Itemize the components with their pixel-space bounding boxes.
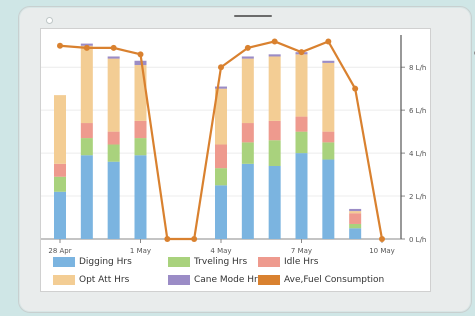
bar-segment: [134, 120, 147, 139]
legend-item: Trveling Hrs: [168, 257, 247, 267]
bar-segment: [322, 159, 335, 239]
x-tick-label: 1 May: [130, 247, 151, 255]
fuel-point: [298, 49, 305, 56]
bar-segment: [215, 168, 227, 186]
legend-label: Idle Hrs: [284, 257, 319, 267]
x-tick-label: 7 May: [291, 247, 312, 255]
bar-segment: [322, 60, 335, 63]
chart-screen: 0 L/h 2 L/h 4 L/h 6 L/h 8 L/h 28 Apr 1 May 4 Ma…: [40, 28, 431, 292]
fuel-point: [325, 38, 332, 45]
legend-swatch: [258, 257, 280, 267]
legend-item: Idle Hrs: [258, 257, 318, 267]
chart-legend: Digging Hrs Trveling Hrs Idle Hrs Opt Att H…: [53, 257, 433, 297]
y-tick-label: 4 L/h: [409, 150, 426, 158]
legend-label: Ave,Fuel Consumption: [284, 275, 385, 285]
fuel-point: [271, 38, 278, 45]
bar-segment: [241, 163, 254, 239]
bar-segment: [349, 228, 362, 239]
bar-segment: [295, 116, 308, 132]
bar-segment: [80, 138, 93, 156]
legend-swatch: [53, 257, 75, 267]
bar-segment: [322, 62, 335, 132]
legend-swatch: [53, 275, 75, 285]
stacked-bar-chart: 0 L/h 2 L/h 4 L/h 6 L/h 8 L/h 28 Apr 1 May 4 Ma…: [41, 29, 426, 255]
bar-segment: [107, 161, 120, 239]
bar-segment: [80, 155, 93, 239]
bar-segment: [268, 120, 281, 141]
bar-segment: [349, 223, 362, 229]
bar-segment: [349, 211, 362, 214]
corner-indicator: [46, 17, 53, 24]
legend-label: Opt Att Hrs: [79, 275, 130, 285]
fuel-point: [218, 64, 224, 71]
x-tick-label: 4 May: [210, 247, 231, 255]
y-tick-label: 6 L/h: [409, 107, 426, 115]
fuel-point: [379, 236, 385, 242]
legend-label: Digging Hrs: [79, 257, 132, 267]
bar-segment: [349, 208, 362, 212]
bar-segment: [134, 155, 147, 239]
legend-label: Trveling Hrs: [194, 257, 248, 267]
fuel-point: [164, 236, 171, 242]
bar-segment: [241, 123, 254, 143]
bar-segment: [54, 176, 66, 192]
bar-segment: [349, 213, 362, 224]
legend-swatch: [168, 257, 190, 267]
fuel-point: [83, 44, 90, 51]
bar-segment: [241, 58, 254, 124]
fuel-point: [352, 85, 359, 92]
legend-label: Cane Mode Hrs: [194, 275, 263, 285]
fuel-point: [110, 44, 117, 51]
fuel-point: [191, 236, 198, 242]
bar-segment: [107, 58, 120, 132]
y-tick-label: 2 L/h: [409, 193, 426, 201]
bar-segment: [295, 54, 308, 117]
bar-segment: [80, 45, 93, 124]
bar-segment: [107, 144, 120, 162]
bar-segment: [215, 144, 227, 169]
legend-item: Ave,Fuel Consumption: [258, 275, 384, 285]
y-tick-label: 8 L/h: [409, 64, 426, 72]
fuel-point: [137, 51, 144, 58]
legend-item: Opt Att Hrs: [53, 275, 129, 285]
legend-swatch: [168, 275, 190, 285]
bar-segment: [268, 140, 281, 166]
bar-segment: [268, 54, 281, 57]
bar-segment: [268, 56, 281, 121]
bar-segment: [80, 123, 93, 139]
bar-segment: [134, 65, 147, 121]
bar-segment: [322, 131, 335, 143]
tablet-device: 0 L/h 2 L/h 4 L/h 6 L/h 8 L/h 28 Apr 1 May 4 Ma…: [18, 6, 475, 313]
bar-segment: [54, 191, 66, 239]
speaker-notch: [234, 15, 272, 17]
legend-item: Cane Mode Hrs: [168, 275, 262, 285]
legend-swatch: [258, 275, 280, 285]
bar-segment: [322, 142, 335, 160]
fuel-point: [244, 44, 251, 51]
bar-segment: [241, 142, 254, 164]
bar-segment: [107, 56, 120, 59]
x-tick-label: 28 Apr: [48, 247, 71, 255]
bar-segment: [107, 131, 120, 145]
fuel-point: [57, 42, 63, 49]
bar-segment: [215, 185, 227, 239]
x-tick-label: 10 May: [369, 247, 395, 255]
bar-segment: [241, 56, 254, 59]
bar-segment: [295, 153, 308, 239]
legend-item: Digging Hrs: [53, 257, 132, 267]
bar-segment: [295, 131, 308, 154]
bar-segment: [54, 95, 66, 164]
y-tick-label: 0 L/h: [409, 236, 426, 244]
bar-segment: [134, 138, 147, 156]
bar-segment: [54, 163, 66, 177]
bar-segment: [268, 165, 281, 239]
